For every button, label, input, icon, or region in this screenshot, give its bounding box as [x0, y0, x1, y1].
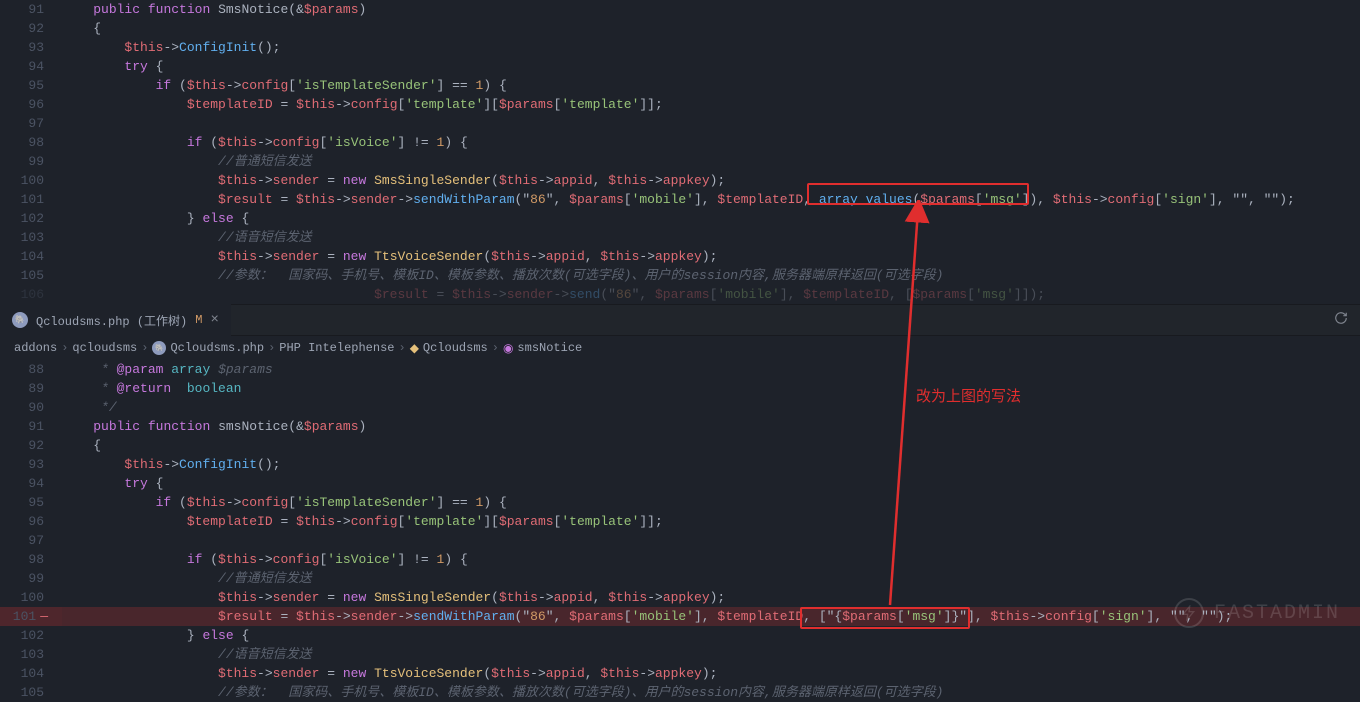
- code-line[interactable]: public function SmsNotice(&$params): [62, 0, 1360, 19]
- chevron-icon: ›: [61, 341, 68, 355]
- code-area-bottom[interactable]: 888990919293949596979899100101—102103104…: [0, 360, 1360, 702]
- breadcrumb-item-intelephense[interactable]: PHP Intelephense: [279, 341, 394, 355]
- code-line[interactable]: $this->sender = new TtsVoiceSender($this…: [62, 247, 1360, 266]
- code-line[interactable]: $result = $this->sender->sendWithParam("…: [62, 190, 1360, 209]
- breadcrumb-item-method[interactable]: ◉ smsNotice: [503, 341, 582, 356]
- code-line[interactable]: * @param array $params: [62, 360, 1360, 379]
- code-line[interactable]: $templateID = $this->config['template'][…: [62, 95, 1360, 114]
- code-line[interactable]: {: [62, 436, 1360, 455]
- code-line[interactable]: try {: [62, 57, 1360, 76]
- tabbar: 🐘 Qcloudsms.php (工作树) M ×: [0, 304, 1360, 336]
- code-lines-top[interactable]: public function SmsNotice(&$params) { $t…: [62, 0, 1360, 304]
- code-line[interactable]: [62, 531, 1360, 550]
- code-line[interactable]: } else {: [62, 626, 1360, 645]
- php-icon: 🐘: [12, 312, 28, 328]
- php-icon: 🐘: [152, 341, 166, 355]
- code-line[interactable]: //参数： 国家码、手机号、模板ID、模板参数、播放次数(可选字段)、用户的se…: [62, 266, 1360, 285]
- tab-filename: Qcloudsms.php (工作树): [36, 312, 187, 329]
- breadcrumb[interactable]: addons › qcloudsms › 🐘 Qcloudsms.php › P…: [0, 336, 1360, 360]
- chevron-icon: ›: [141, 341, 148, 355]
- code-line[interactable]: $this->sender = new SmsSingleSender($thi…: [62, 171, 1360, 190]
- code-line[interactable]: $this->ConfigInit();: [62, 455, 1360, 474]
- code-line[interactable]: $result = $this->sender->sendWithParam("…: [62, 607, 1360, 626]
- chevron-icon: ›: [268, 341, 275, 355]
- chevron-icon: ›: [398, 341, 405, 355]
- chevron-icon: ›: [492, 341, 499, 355]
- code-line[interactable]: public function smsNotice(&$params): [62, 417, 1360, 436]
- code-line[interactable]: [62, 114, 1360, 133]
- class-icon: ◆: [410, 341, 419, 356]
- code-line[interactable]: $templateID = $this->config['template'][…: [62, 512, 1360, 531]
- code-line[interactable]: if ($this->config['isVoice'] != 1) {: [62, 550, 1360, 569]
- code-line[interactable]: //普通短信发送: [62, 569, 1360, 588]
- code-line[interactable]: //语音短信发送: [62, 645, 1360, 664]
- method-icon: ◉: [503, 341, 513, 356]
- code-line[interactable]: try {: [62, 474, 1360, 493]
- code-line[interactable]: if ($this->config['isTemplateSender'] ==…: [62, 76, 1360, 95]
- breadcrumb-item-addons[interactable]: addons: [14, 341, 57, 355]
- breadcrumb-item-class[interactable]: ◆ Qcloudsms: [410, 341, 488, 356]
- annotation-text: 改为上图的写法: [916, 385, 1021, 406]
- reload-icon[interactable]: [1334, 311, 1360, 329]
- editor-pane-bottom[interactable]: 888990919293949596979899100101—102103104…: [0, 360, 1360, 702]
- code-line[interactable]: //普通短信发送: [62, 152, 1360, 171]
- close-icon[interactable]: ×: [210, 312, 218, 328]
- code-line[interactable]: $this->sender = new TtsVoiceSender($this…: [62, 664, 1360, 683]
- code-line[interactable]: $this->ConfigInit();: [62, 38, 1360, 57]
- code-line[interactable]: {: [62, 19, 1360, 38]
- tab-dirty-indicator: M: [195, 313, 202, 327]
- code-line[interactable]: */: [62, 398, 1360, 417]
- code-area-top[interactable]: 919293949596979899100101102103104105106 …: [0, 0, 1360, 304]
- editor-pane-top[interactable]: 919293949596979899100101102103104105106 …: [0, 0, 1360, 304]
- code-line[interactable]: //语音短信发送: [62, 228, 1360, 247]
- code-line[interactable]: if ($this->config['isVoice'] != 1) {: [62, 133, 1360, 152]
- code-line[interactable]: $this->sender = new SmsSingleSender($thi…: [62, 588, 1360, 607]
- code-line[interactable]: if ($this->config['isTemplateSender'] ==…: [62, 493, 1360, 512]
- breadcrumb-item-qcloudsms-folder[interactable]: qcloudsms: [72, 341, 137, 355]
- code-lines-bottom[interactable]: * @param array $params * @return boolean…: [62, 360, 1360, 702]
- code-line[interactable]: * @return boolean: [62, 379, 1360, 398]
- gutter-top: 919293949596979899100101102103104105106: [0, 0, 62, 304]
- tab-qcloudsms[interactable]: 🐘 Qcloudsms.php (工作树) M ×: [0, 304, 231, 336]
- gutter-bottom: 888990919293949596979899100101—102103104…: [0, 360, 62, 702]
- breadcrumb-item-file[interactable]: 🐘 Qcloudsms.php: [152, 341, 264, 355]
- code-line[interactable]: } else {: [62, 209, 1360, 228]
- code-line[interactable]: //参数： 国家码、手机号、模板ID、模板参数、播放次数(可选字段)、用户的se…: [62, 683, 1360, 702]
